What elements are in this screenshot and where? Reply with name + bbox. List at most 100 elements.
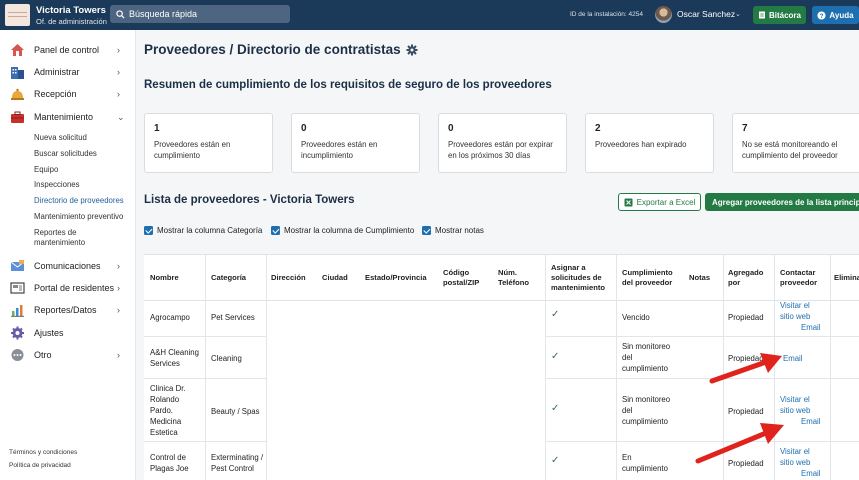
privacy-link[interactable]: Política de privacidad	[9, 462, 71, 469]
export-label: Exportar a Excel	[636, 197, 696, 207]
toggle-compliance-column[interactable]: Mostrar la columna de Cumplimiento	[271, 226, 414, 235]
col-header-telefono[interactable]: Núm. Teléfono	[498, 255, 538, 300]
row-divider	[144, 378, 266, 379]
email-link[interactable]: Email	[801, 416, 821, 427]
avatar[interactable]	[655, 6, 672, 23]
vendor-compliance: Vencido	[622, 313, 650, 322]
sidebar-item-label: Panel de control	[34, 45, 100, 55]
col-header-estado[interactable]: Estado/Provincia	[365, 255, 435, 300]
col-header-asignar[interactable]: Asignar a solicitudes de mantenimiento	[551, 255, 613, 300]
vendor-name: A&H Cleaning Services	[150, 348, 199, 368]
col-header-cumplimiento[interactable]: Cumplimiento del proveedor	[622, 255, 682, 300]
chevron-right-icon: ›	[117, 261, 120, 271]
toggle-notes[interactable]: Mostrar notas	[422, 226, 484, 235]
visit-website-link[interactable]: Visitar el sitio web	[780, 300, 820, 322]
sidebar-item-recepcion[interactable]: Recepción ›	[0, 83, 136, 105]
quick-search-input[interactable]: Búsqueda rápida	[110, 5, 290, 23]
sidebar-item-label: Administrar	[34, 67, 80, 77]
sidebar-item-mantenimiento[interactable]: Mantenimiento ⌄	[0, 106, 136, 128]
chevron-down-icon[interactable]: ⌄	[735, 10, 741, 18]
add-vendors-button[interactable]: Agregar proveedores de la lista principa…	[705, 193, 859, 211]
card-count: 0	[301, 123, 307, 134]
sub-item-buscar-solicitudes[interactable]: Buscar solicitudes	[34, 149, 134, 159]
checkbox-label: Mostrar notas	[435, 226, 484, 235]
col-header-ciudad[interactable]: Ciudad	[322, 255, 362, 300]
sidebar-item-label: Mantenimiento	[34, 112, 94, 122]
col-header-eliminar[interactable]: Eliminar	[834, 255, 859, 300]
chevron-right-icon: ›	[117, 350, 120, 360]
col-header-nombre[interactable]: Nombre	[150, 255, 205, 300]
row-divider	[545, 336, 859, 337]
sub-item-nueva-solicitud[interactable]: Nueva solicitud	[34, 133, 134, 143]
col-divider	[545, 255, 546, 480]
annotation-arrow	[709, 353, 782, 384]
col-header-notas[interactable]: Notas	[689, 255, 719, 300]
summary-card-not-monitored[interactable]: 7 No se está monitoreando el cumplimient…	[732, 113, 859, 173]
col-divider	[616, 255, 617, 480]
email-link[interactable]: Email	[801, 468, 821, 479]
sidebar-item-label: Comunicaciones	[34, 261, 101, 271]
sub-item-mantenimiento-preventivo[interactable]: Mantenimiento preventivo	[34, 212, 134, 222]
card-text: No se está monitoreando el cumplimiento …	[742, 140, 838, 160]
vendor-compliance: Sin monitoreo del cumplimiento	[622, 342, 671, 373]
row-divider	[144, 336, 266, 337]
sidebar-item-dashboard[interactable]: Panel de control ›	[0, 39, 136, 61]
vendor-category: Cleaning	[211, 354, 242, 363]
sidebar-item-reportes-datos[interactable]: Reportes/Datos ›	[0, 299, 136, 321]
help-button[interactable]: ? Ayuda	[812, 6, 859, 24]
chevron-right-icon: ›	[117, 45, 120, 55]
col-header-contactar[interactable]: Contactar proveedor	[780, 255, 825, 300]
check-icon: ✓	[551, 309, 560, 320]
checkbox-checked[interactable]	[271, 226, 280, 235]
col-header-categoria[interactable]: Categoría	[211, 255, 266, 300]
vendor-category: Pet Services	[211, 313, 255, 322]
property-logo[interactable]	[5, 4, 30, 26]
summary-title: Resumen de cumplimiento de los requisito…	[144, 79, 552, 91]
excel-icon	[624, 198, 633, 206]
col-header-agregado-por[interactable]: Agregado por	[728, 255, 768, 300]
sidebar-item-administrar[interactable]: Administrar ›	[0, 61, 136, 83]
card-count: 0	[448, 123, 454, 134]
gear-icon[interactable]	[406, 44, 418, 56]
user-name[interactable]: Oscar Sanchez	[677, 9, 735, 19]
building-icon	[11, 67, 24, 79]
bitacora-button[interactable]: Bitácora	[753, 6, 806, 24]
toggle-category-column[interactable]: Mostrar la columna Categoría	[144, 226, 262, 235]
col-header-codigo-postal[interactable]: Código postal/ZIP	[443, 255, 489, 300]
help-label: Ayuda	[829, 10, 854, 20]
vendor-name: Control de Plagas Joe	[150, 453, 189, 473]
sidebar-item-otro[interactable]: Otro ›	[0, 344, 136, 366]
property-switcher[interactable]: Victoria Towers Of. de administración	[36, 5, 107, 27]
vendor-compliance: En cumplimiento	[622, 453, 668, 473]
sub-item-equipo[interactable]: Equipo	[34, 165, 134, 175]
email-link[interactable]: Email	[801, 322, 821, 333]
checkbox-label: Mostrar la columna de Cumplimiento	[284, 226, 415, 235]
sidebar-item-comunicaciones[interactable]: Comunicaciones ›	[0, 255, 136, 277]
summary-card-compliant[interactable]: 1 Proveedores están en cumplimiento	[144, 113, 273, 173]
sub-item-directorio-proveedores[interactable]: Directorio de proveedores	[34, 196, 134, 206]
summary-card-expiring[interactable]: 0 Proveedores están por expirar en los p…	[438, 113, 567, 173]
sidebar-item-ajustes[interactable]: Ajustes	[0, 322, 136, 344]
svg-text:?: ?	[820, 13, 824, 20]
gear-icon	[11, 326, 24, 340]
card-text: Proveedores están en incumplimiento	[301, 140, 378, 160]
checkbox-checked[interactable]	[422, 226, 431, 235]
check-icon: ✓	[551, 403, 560, 414]
summary-card-expired[interactable]: 2 Proveedores han expirado	[585, 113, 714, 173]
chevron-right-icon: ›	[117, 305, 120, 315]
checkbox-checked[interactable]	[144, 226, 153, 235]
sidebar-item-portal-residentes[interactable]: Portal de residentes ›	[0, 277, 136, 299]
card-text: Proveedores están por expirar en los pró…	[448, 140, 553, 160]
vendor-name: Clinica Dr. Rolando Pardo. Medicina Este…	[150, 384, 186, 437]
bitacora-label: Bitácora	[768, 10, 801, 20]
sub-item-inspecciones[interactable]: Inspecciones	[34, 180, 134, 190]
summary-card-noncompliant[interactable]: 0 Proveedores están en incumplimiento	[291, 113, 420, 173]
sidebar-item-label: Portal de residentes	[34, 283, 115, 293]
terms-link[interactable]: Términos y condiciones	[9, 449, 77, 456]
col-header-direccion[interactable]: Dirección	[271, 255, 316, 300]
sidebar-item-label: Reportes/Datos	[34, 305, 97, 315]
sub-item-reportes-mantenimiento[interactable]: Reportes de mantenimiento	[34, 228, 114, 248]
export-excel-button[interactable]: Exportar a Excel	[618, 193, 701, 211]
chart-icon	[11, 305, 24, 317]
card-count: 2	[595, 123, 601, 134]
